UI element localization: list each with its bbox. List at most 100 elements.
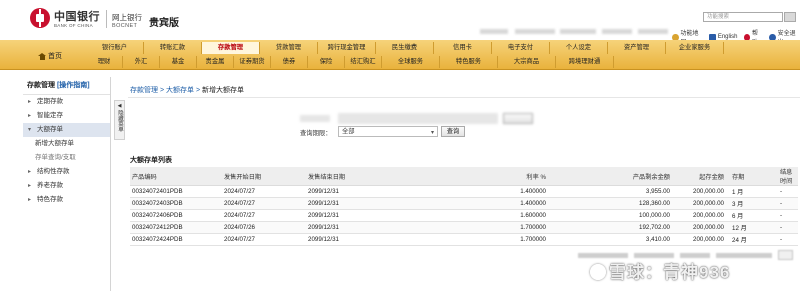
table-cell: 2099/12/31 bbox=[306, 209, 424, 222]
sidebar-item[interactable]: ▸ 养老存款 bbox=[23, 179, 110, 193]
function-search-input[interactable]: 功能搜索 bbox=[703, 12, 783, 22]
nav-item[interactable]: 贵金属 bbox=[197, 56, 234, 68]
table-cell: 00324072424PDB bbox=[130, 233, 222, 246]
nav-item[interactable]: 银行账户 bbox=[86, 42, 144, 54]
table-cell: 200,000.00 bbox=[676, 197, 730, 210]
table-cell: 200,000.00 bbox=[676, 233, 730, 246]
table-row[interactable]: 00324072406PDB 2024/07/27 2099/12/31 1.6000… bbox=[130, 209, 798, 222]
nav-item[interactable]: 全球服务 bbox=[382, 56, 440, 68]
table-cell: 2024/07/26 bbox=[222, 221, 306, 234]
sidebar-item[interactable]: ▸ 特色存款 bbox=[23, 193, 110, 207]
nav-item[interactable]: 证券期货 bbox=[234, 56, 271, 68]
chevron-right-icon: ▸ bbox=[28, 197, 32, 203]
nav-item[interactable]: 转账汇款 bbox=[144, 42, 202, 54]
nav-item[interactable]: 跨行现金管理 bbox=[318, 42, 376, 54]
table-row[interactable]: 00324072401PDB 2024/07/27 2099/12/31 1.4000… bbox=[130, 185, 798, 198]
column-header: 发售开始日期 bbox=[222, 167, 306, 186]
nav-item[interactable]: 基金 bbox=[160, 56, 197, 68]
table-cell: 6 月 bbox=[730, 209, 778, 222]
hide-menu-toggle[interactable]: ◀ 隐藏菜单 bbox=[114, 100, 125, 140]
table-cell: 2099/12/31 bbox=[306, 197, 424, 210]
chevron-right-icon: ▸ bbox=[28, 113, 32, 119]
breadcrumb-large-cd[interactable]: 大额存单 bbox=[166, 87, 194, 94]
sidebar-item-label: 特色存款 bbox=[37, 196, 63, 203]
nav-item[interactable]: 债券 bbox=[271, 56, 308, 68]
redacted-username bbox=[480, 29, 508, 34]
sidebar-item[interactable]: ▸ 定期存款 bbox=[23, 95, 110, 109]
home-icon bbox=[38, 52, 46, 60]
search-button[interactable] bbox=[784, 12, 796, 22]
nav-item[interactable]: 民生缴费 bbox=[376, 42, 434, 54]
table-cell: 2099/12/31 bbox=[306, 185, 424, 198]
nav-item[interactable]: 结汇购汇 bbox=[345, 56, 382, 68]
table-cell: 00324072403PDB bbox=[130, 197, 222, 210]
sidebar-item-label: 养老存款 bbox=[37, 182, 63, 189]
column-header: 利率 % bbox=[424, 167, 552, 186]
table-cell: 200,000.00 bbox=[676, 221, 730, 234]
nav-item[interactable]: 存款管理 bbox=[202, 42, 260, 54]
sidebar-item[interactable]: 存单查询/支取 bbox=[23, 151, 110, 165]
table-row[interactable]: 00324072412PDB 2024/07/26 2099/12/31 1.7000… bbox=[130, 221, 798, 234]
table-cell: 2024/07/27 bbox=[222, 185, 306, 198]
nav-item[interactable]: 保险 bbox=[308, 56, 345, 68]
table-cell: - bbox=[778, 221, 798, 234]
table-cell: 1.700000 bbox=[424, 221, 552, 234]
sidebar-item-label: 新增大额存单 bbox=[35, 140, 74, 147]
table-header: 产品编码 发售开始日期 发售结束日期 利率 % 产品剩余金额 起存金额 存期 结息时间 bbox=[130, 167, 798, 186]
query-button[interactable]: 查询 bbox=[441, 126, 465, 137]
chevron-right-icon: ▸ bbox=[28, 183, 32, 189]
table-cell: 200,000.00 bbox=[676, 209, 730, 222]
header: 中国银行 BANK OF CHINA 网上银行 BOCNET 贵宾版 功能搜索 … bbox=[0, 0, 800, 46]
nav-item[interactable]: 贷款管理 bbox=[260, 42, 318, 54]
table-cell: 2024/07/27 bbox=[222, 209, 306, 222]
table-cell: 2024/07/27 bbox=[222, 233, 306, 246]
breadcrumb: 存款管理 > 大额存单 > 新增大额存单 bbox=[130, 87, 244, 94]
edition-label: 贵宾版 bbox=[149, 18, 179, 29]
nav-item[interactable]: 电子支付 bbox=[492, 42, 550, 54]
chevron-down-icon: ▾ bbox=[28, 127, 32, 133]
sidebar-item[interactable]: ▸ 结构性存款 bbox=[23, 165, 110, 179]
ebank-title: 网上银行 bbox=[112, 13, 142, 22]
nav-item[interactable]: 理财 bbox=[86, 56, 123, 68]
nav-item[interactable]: 信用卡 bbox=[434, 42, 492, 54]
table-cell: 24 月 bbox=[730, 233, 778, 246]
column-header: 产品剩余金额 bbox=[552, 167, 676, 186]
redacted-button[interactable] bbox=[503, 113, 533, 124]
sidebar-item[interactable]: ▸ 智能定存 bbox=[23, 109, 110, 123]
table-cell: 100,000.00 bbox=[552, 209, 676, 222]
column-header: 发售结束日期 bbox=[306, 167, 424, 186]
period-select[interactable]: 全部 ▾ bbox=[338, 126, 438, 137]
sidebar-item[interactable]: ▾ 大额存单 bbox=[23, 123, 110, 137]
home-button[interactable]: 首页 bbox=[38, 46, 78, 66]
redacted-account-field[interactable] bbox=[338, 113, 498, 124]
nav-item[interactable]: 大宗商品 bbox=[498, 56, 556, 68]
chevron-right-icon: ▸ bbox=[28, 99, 32, 105]
table-row[interactable]: 00324072424PDB 2024/07/27 2099/12/31 1.7000… bbox=[130, 233, 798, 246]
table-cell: 3,410.00 bbox=[552, 233, 676, 246]
pager-jump-button[interactable] bbox=[778, 250, 793, 260]
sidebar-menu: ▸ 定期存款 ▸ 智能定存 ▾ 大额存单 新增大额存单 存单查询/支取 ▸ 结构性存款 ▸ 养老存款 ▸… bbox=[23, 95, 110, 207]
bank-name-en: BANK OF CHINA bbox=[54, 23, 93, 28]
chevron-left-icon: ◀ bbox=[117, 103, 122, 109]
column-header: 存期 bbox=[730, 167, 778, 186]
nav-item[interactable]: 个人设定 bbox=[550, 42, 608, 54]
redacted-info bbox=[515, 29, 555, 34]
column-header: 起存金额 bbox=[676, 167, 730, 186]
chevron-right-icon: ▸ bbox=[28, 169, 32, 175]
table-cell: 00324072412PDB bbox=[130, 221, 222, 234]
sidebar-item[interactable]: 新增大额存单 bbox=[23, 137, 110, 151]
operation-guide-link[interactable]: [操作指南] bbox=[57, 82, 90, 89]
breadcrumb-deposit[interactable]: 存款管理 bbox=[130, 87, 158, 94]
nav-item[interactable]: 资产管理 bbox=[608, 42, 666, 54]
bank-logo-icon[interactable] bbox=[30, 8, 50, 28]
table-cell: 1 月 bbox=[730, 185, 778, 198]
table-cell: 2099/12/31 bbox=[306, 233, 424, 246]
nav-item[interactable]: 外汇 bbox=[123, 56, 160, 68]
header-divider bbox=[106, 10, 107, 28]
nav-item[interactable]: 跨境理财通 bbox=[556, 56, 614, 68]
nav-item[interactable]: 企业家服务 bbox=[666, 42, 724, 54]
divider bbox=[128, 97, 800, 98]
table-row[interactable]: 00324072403PDB 2024/07/27 2099/12/31 1.4000… bbox=[130, 197, 798, 210]
nav-item[interactable]: 特色服务 bbox=[440, 56, 498, 68]
table-cell: 2099/12/31 bbox=[306, 221, 424, 234]
